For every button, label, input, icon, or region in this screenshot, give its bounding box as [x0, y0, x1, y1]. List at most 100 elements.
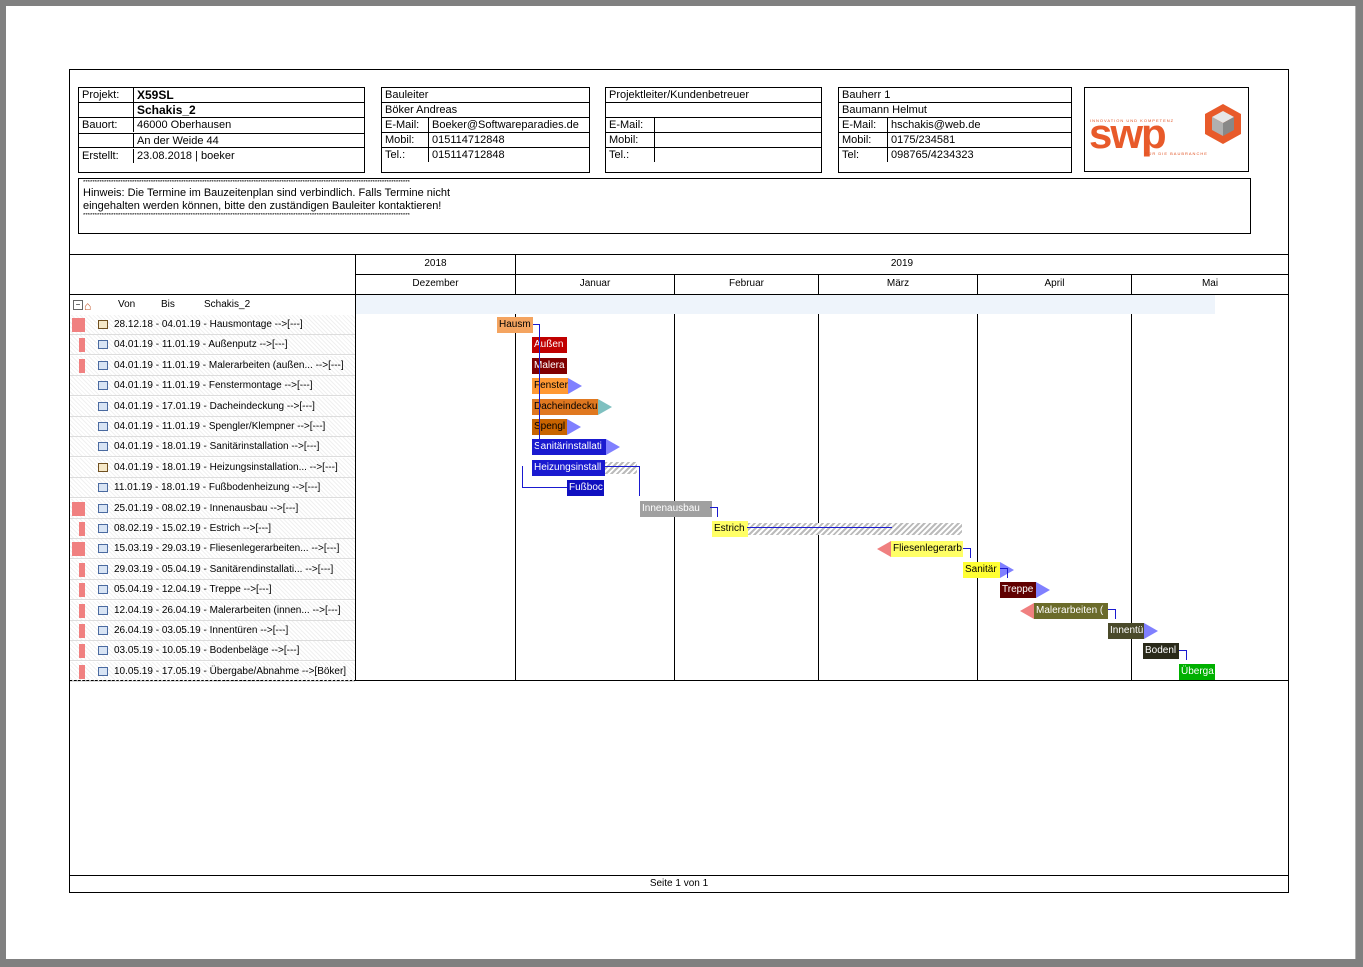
- task-label: 04.01.19 - 17.01.19 - Dacheindeckung -->…: [114, 400, 315, 412]
- calendar-icon: [98, 544, 108, 554]
- bauherr-mobil: 0175/234581: [887, 133, 1071, 147]
- task-label: 04.01.19 - 18.01.19 - Heizungsinstallati…: [114, 461, 338, 473]
- buffer-marker: [567, 419, 581, 435]
- task-row[interactable]: 08.02.19 - 15.02.19 - Estrich -->[---]: [70, 519, 355, 539]
- task-bar[interactable]: Außen: [532, 337, 567, 354]
- critical-marker: [72, 542, 85, 557]
- task-row[interactable]: 04.01.19 - 11.01.19 - Außenputz -->[---]: [70, 335, 355, 356]
- task-bar[interactable]: Bodenl: [1143, 643, 1179, 660]
- task-bar[interactable]: Sanitärinstallati: [532, 439, 606, 456]
- calendar-icon: [98, 340, 108, 350]
- calendar-icon: [98, 401, 108, 411]
- bauleiter-email[interactable]: Boeker@Softwareparadies.de: [428, 118, 589, 132]
- projektleiter-title: Projektleiter/Kundenbetreuer: [609, 89, 750, 101]
- hint-stars-bottom: ****************************************…: [83, 213, 410, 219]
- calendar-icon: [98, 564, 108, 574]
- label-email: E-Mail:: [385, 119, 420, 131]
- logo-subline: FÜR DIE BAUBRANCHE: [1145, 151, 1208, 156]
- task-label: 05.04.19 - 12.04.19 - Treppe -->[---]: [114, 584, 272, 596]
- task-row[interactable]: 28.12.18 - 04.01.19 - Hausmontage -->[--…: [70, 315, 355, 335]
- label-mobil: Mobil:: [609, 134, 639, 146]
- column-bis[interactable]: Bis: [161, 295, 175, 314]
- task-bar[interactable]: Treppe: [1000, 582, 1036, 599]
- task-row[interactable]: 25.01.19 - 08.02.19 - Innenausbau -->[--…: [70, 498, 355, 519]
- task-label: 12.04.19 - 26.04.19 - Malerarbeiten (inn…: [114, 604, 341, 616]
- buffer-marker: [568, 378, 582, 395]
- gantt-chart: 2018 2019 Dezember Januar Februar März A…: [70, 254, 1288, 682]
- task-bar[interactable]: Überga: [1179, 663, 1215, 680]
- task-row[interactable]: 04.01.19 - 11.01.19 - Fenstermontage -->…: [70, 376, 355, 397]
- task-label: 26.04.19 - 03.05.19 - Innentüren -->[---…: [114, 625, 289, 636]
- bauherr-email[interactable]: hschakis@web.de: [887, 118, 1071, 132]
- task-row[interactable]: 05.04.19 - 12.04.19 - Treppe -->[---]: [70, 580, 355, 601]
- column-von[interactable]: Von: [118, 295, 135, 314]
- task-bar[interactable]: Innenausbau: [640, 500, 712, 517]
- bauleiter-name: Böker Andreas: [385, 104, 458, 116]
- critical-marker: [79, 603, 85, 618]
- task-bar[interactable]: Hausm: [497, 317, 533, 333]
- calendar-icon: [98, 503, 108, 513]
- delay-hatch: [748, 523, 962, 535]
- task-bar[interactable]: Estrich: [712, 521, 748, 537]
- task-row[interactable]: 04.01.19 - 11.01.19 - Malerarbeiten (auß…: [70, 355, 355, 376]
- task-bar[interactable]: Malera: [532, 357, 567, 374]
- task-label: 15.03.19 - 29.03.19 - Fliesenlegerarbeit…: [114, 543, 340, 555]
- task-row[interactable]: 26.04.19 - 03.05.19 - Innentüren -->[---…: [70, 621, 355, 641]
- calendar-icon: [98, 360, 108, 370]
- bauherr-title: Bauherr 1: [842, 89, 891, 101]
- projektleiter-mobil: [654, 133, 821, 147]
- critical-marker: [79, 624, 85, 638]
- task-label: 25.01.19 - 08.02.19 - Innenausbau -->[--…: [114, 502, 299, 514]
- critical-marker: [79, 583, 85, 598]
- month-dezember: Dezember: [355, 275, 515, 294]
- hint-box: ****************************************…: [78, 178, 1251, 234]
- label-tel: Tel:: [842, 149, 860, 161]
- buffer-marker: [1144, 623, 1158, 639]
- clipboard-icon: [98, 462, 108, 472]
- gantt-report-frame: Projekt: X59SL Schakis_2 Bauort: 46000 Obe…: [69, 69, 1289, 893]
- bauleiter-box: Bauleiter Böker Andreas E-Mail: Boeker@So…: [381, 87, 590, 173]
- task-row[interactable]: 03.05.19 - 10.05.19 - Bodenbeläge -->[--…: [70, 641, 355, 662]
- label-email: E-Mail:: [609, 119, 644, 131]
- buffer-marker: [1036, 582, 1050, 599]
- collapse-toggle-icon[interactable]: −: [73, 300, 83, 310]
- critical-marker: [79, 562, 85, 577]
- critical-marker: [79, 644, 85, 659]
- task-row[interactable]: 04.01.19 - 18.01.19 - Heizungsinstallati…: [70, 457, 355, 478]
- month-mai: Mai: [1131, 275, 1288, 294]
- bauort-street: An der Weide 44: [133, 134, 364, 147]
- calendar-icon: [98, 646, 108, 656]
- label-mobil: Mobil:: [842, 134, 872, 146]
- task-row[interactable]: 12.04.19 - 26.04.19 - Malerarbeiten (inn…: [70, 600, 355, 621]
- project-info-box: Projekt: X59SL Schakis_2 Bauort: 46000 Obe…: [78, 87, 365, 173]
- task-row[interactable]: 29.03.19 - 05.04.19 - Sanitärendinstalla…: [70, 559, 355, 580]
- task-bar[interactable]: Sanitär: [963, 561, 1000, 578]
- task-row[interactable]: 11.01.19 - 18.01.19 - Fußbodenheizung --…: [70, 478, 355, 499]
- hint-line-1: Hinweis: Die Termine im Bauzeitenplan si…: [83, 187, 451, 199]
- task-bar[interactable]: Dacheindecku: [532, 398, 598, 415]
- task-row[interactable]: 04.01.19 - 17.01.19 - Dacheindeckung -->…: [70, 396, 355, 417]
- task-bar[interactable]: Innentü: [1108, 623, 1144, 639]
- critical-marker: [79, 358, 85, 373]
- task-row[interactable]: 15.03.19 - 29.03.19 - Fliesenlegerarbeit…: [70, 539, 355, 560]
- task-bar[interactable]: Malerarbeiten (: [1034, 602, 1108, 619]
- task-bar[interactable]: Fußboc: [567, 480, 604, 497]
- hint-stars-top: ****************************************…: [83, 180, 410, 186]
- task-row[interactable]: 10.05.19 - 17.05.19 - Übergabe/Abnahme -…: [70, 661, 355, 682]
- tree-header: − ⌂ Von Bis Schakis_2: [70, 295, 355, 314]
- hint-line-2: eingehalten werden können, bitte den zus…: [83, 200, 442, 212]
- task-label: 08.02.19 - 15.02.19 - Estrich -->[---]: [114, 523, 272, 534]
- house-icon: ⌂: [84, 299, 92, 313]
- column-project-name[interactable]: Schakis_2: [204, 295, 250, 314]
- task-row[interactable]: 04.01.19 - 18.01.19 - Sanitärinstallatio…: [70, 437, 355, 458]
- bauleiter-title: Bauleiter: [385, 89, 429, 101]
- critical-marker: [72, 501, 85, 516]
- label-erstellt: Erstellt:: [82, 150, 119, 162]
- task-row[interactable]: 04.01.19 - 11.01.19 - Spengler/Klempner …: [70, 417, 355, 437]
- task-label: 29.03.19 - 05.04.19 - Sanitärendinstalla…: [114, 563, 334, 575]
- task-bar[interactable]: Fenster: [532, 378, 568, 395]
- task-bar[interactable]: Fliesenlegerarb: [891, 541, 963, 558]
- slack-left-marker: [1020, 602, 1034, 619]
- calendar-icon: [98, 483, 108, 493]
- task-bar[interactable]: Spengl: [532, 419, 567, 435]
